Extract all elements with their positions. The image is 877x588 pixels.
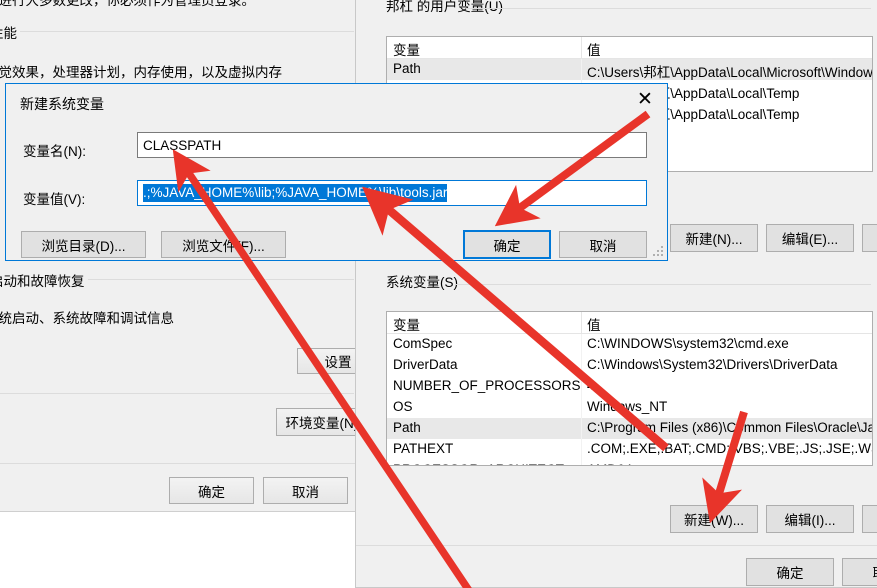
system-var-name: OS bbox=[393, 399, 413, 414]
system-variables-table[interactable]: 变量 值 ComSpec C:\WINDOWS\system32\cmd.exe… bbox=[386, 311, 873, 466]
row-separator bbox=[581, 376, 582, 397]
system-col-value: 值 bbox=[587, 318, 601, 333]
system-var-value: Windows_NT bbox=[587, 399, 668, 414]
row-separator bbox=[581, 59, 582, 80]
startup-legend: 启动和故障恢复 bbox=[0, 270, 88, 290]
performance-group-rule bbox=[0, 31, 354, 32]
user-variables-rule bbox=[466, 8, 871, 9]
table-row[interactable]: PROCESSOR_ARCHITECT AMD64 bbox=[387, 460, 872, 465]
variable-name-input[interactable]: CLASSPATH bbox=[137, 132, 647, 158]
system-var-name: PROCESSOR_ARCHITECT bbox=[393, 462, 564, 465]
env-cancel-button[interactable]: 取消 bbox=[842, 558, 877, 586]
sysprops-cancel-button[interactable]: 取消 bbox=[263, 477, 348, 504]
table-row[interactable]: OS Windows_NT bbox=[387, 397, 872, 418]
row-separator bbox=[581, 418, 582, 439]
user-var-name: Path bbox=[393, 61, 421, 76]
row-separator bbox=[581, 355, 582, 376]
row-separator bbox=[581, 439, 582, 460]
env-ok-button[interactable]: 确定 bbox=[746, 558, 834, 586]
sysprops-ok-button[interactable]: 确定 bbox=[169, 477, 254, 504]
env-footer-rule bbox=[356, 545, 877, 546]
dialog-title: 新建系统变量 bbox=[20, 96, 104, 112]
system-var-value: C:\WINDOWS\system32\cmd.exe bbox=[587, 336, 789, 351]
header-separator bbox=[581, 37, 582, 58]
variable-name-label: 变量名(N): bbox=[23, 144, 86, 159]
system-var-name: PATHEXT bbox=[393, 441, 454, 456]
browse-directory-button[interactable]: 浏览目录(D)... bbox=[21, 231, 146, 258]
system-variables-rule bbox=[456, 284, 871, 285]
system-var-value: AMD64 bbox=[587, 462, 632, 465]
system-var-value: C:\Program Files (x86)\Common Files\Orac… bbox=[587, 420, 872, 435]
startup-description: 系统启动、系统故障和调试信息 bbox=[0, 311, 174, 326]
performance-description: 视觉效果，处理器计划，内存使用，以及虚拟内存 bbox=[0, 65, 282, 80]
system-var-name: DriverData bbox=[393, 357, 458, 372]
system-var-name: Path bbox=[393, 420, 421, 435]
variable-value-value: .;%JAVA_HOME%\lib;%JAVA_HOME%\lib\tools.… bbox=[143, 184, 448, 202]
admin-notice-text: 要进行大多数更改，你必须作为管理员登录。 bbox=[0, 0, 255, 8]
table-row[interactable]: NUMBER_OF_PROCESSORS 4 bbox=[387, 376, 872, 397]
system-variables-table-header: 变量 值 bbox=[387, 312, 872, 334]
browse-file-button[interactable]: 浏览文件(F)... bbox=[161, 231, 286, 258]
variable-name-value: CLASSPATH bbox=[143, 137, 222, 153]
system-var-name: NUMBER_OF_PROCESSORS bbox=[393, 378, 581, 393]
system-col-variable: 变量 bbox=[393, 318, 420, 333]
dialog-ok-button[interactable]: 确定 bbox=[463, 230, 551, 259]
row-separator bbox=[581, 460, 582, 465]
header-separator bbox=[581, 312, 582, 333]
performance-legend: 性能 bbox=[0, 22, 20, 42]
system-delete-button[interactable]: 删除(L) bbox=[862, 505, 877, 533]
footer-rule bbox=[0, 463, 371, 464]
row-separator bbox=[581, 397, 582, 418]
variable-value-input[interactable]: .;%JAVA_HOME%\lib;%JAVA_HOME%\lib\tools.… bbox=[137, 180, 647, 206]
user-edit-button[interactable]: 编辑(E)... bbox=[766, 224, 854, 252]
resize-grip-icon[interactable] bbox=[652, 246, 664, 258]
system-var-value: C:\Windows\System32\Drivers\DriverData bbox=[587, 357, 838, 372]
system-var-name: ComSpec bbox=[393, 336, 453, 351]
system-edit-button[interactable]: 编辑(I)... bbox=[766, 505, 854, 533]
system-var-value: 4 bbox=[587, 378, 595, 393]
table-row[interactable]: Path C:\Users\邦杠\AppData\Local\Microsoft… bbox=[387, 59, 872, 80]
user-col-value: 值 bbox=[587, 43, 601, 58]
row-separator bbox=[581, 334, 582, 355]
close-icon[interactable]: ✕ bbox=[623, 84, 667, 114]
system-new-button[interactable]: 新建(W)... bbox=[670, 505, 758, 533]
dialog-cancel-button[interactable]: 取消 bbox=[559, 231, 647, 258]
system-var-value: .COM;.EXE;.BAT;.CMD;.VBS;.VBE;.JS;.JSE;.… bbox=[587, 441, 872, 456]
user-variables-table-header: 变量 值 bbox=[387, 37, 872, 59]
system-variables-legend: 系统变量(S) bbox=[386, 275, 458, 290]
user-var-value: C:\Users\邦杠\AppData\Local\Microsoft\Wind… bbox=[587, 65, 873, 80]
variable-value-label: 变量值(V): bbox=[23, 192, 86, 207]
env-group-rule bbox=[0, 393, 354, 394]
table-row[interactable]: DriverData C:\Windows\System32\Drivers\D… bbox=[387, 355, 872, 376]
new-system-variable-dialog: 新建系统变量 ✕ 变量名(N): CLASSPATH 变量值(V): .;%JA… bbox=[5, 83, 668, 261]
user-new-button[interactable]: 新建(N)... bbox=[670, 224, 758, 252]
user-col-variable: 变量 bbox=[393, 43, 420, 58]
table-row[interactable]: Path C:\Program Files (x86)\Common Files… bbox=[387, 418, 872, 439]
table-row[interactable]: PATHEXT .COM;.EXE;.BAT;.CMD;.VBS;.VBE;.J… bbox=[387, 439, 872, 460]
table-row[interactable]: ComSpec C:\WINDOWS\system32\cmd.exe bbox=[387, 334, 872, 355]
user-delete-button[interactable]: 删除(D) bbox=[862, 224, 877, 252]
